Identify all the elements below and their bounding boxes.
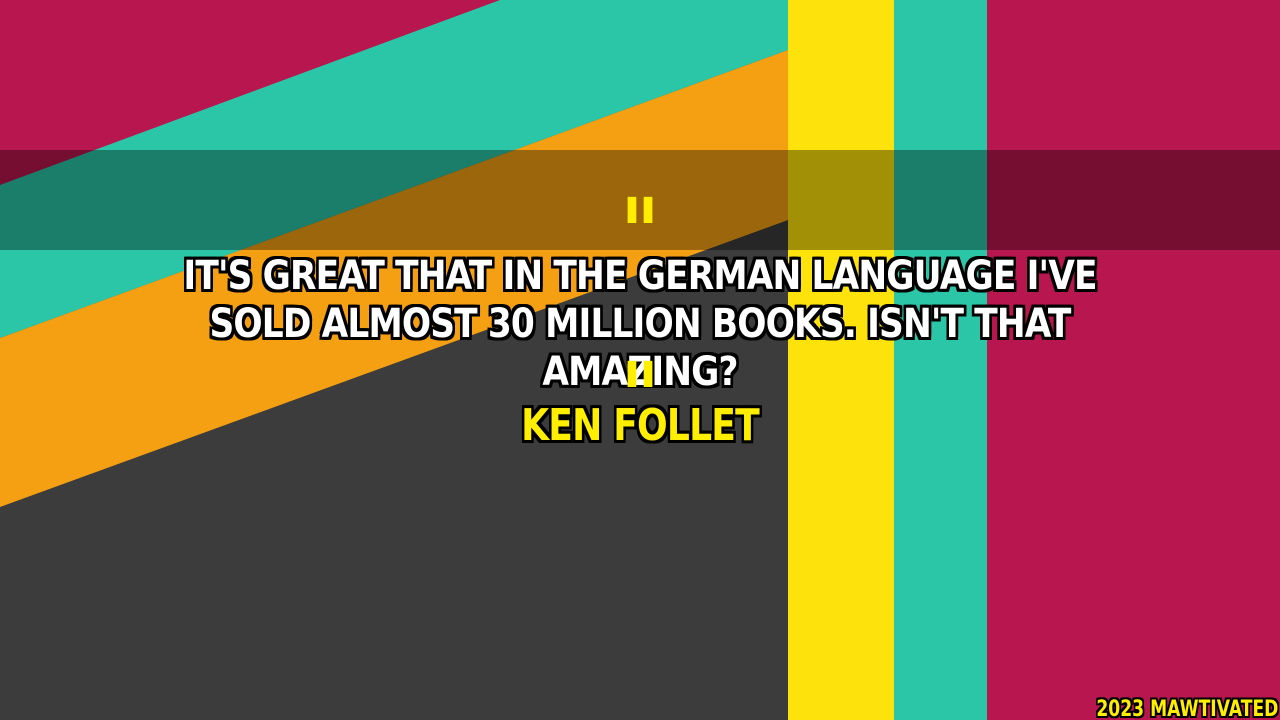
- watermark: 2023 MAWTIVATED: [1095, 697, 1278, 720]
- author-name: KEN FOLLET: [521, 400, 760, 451]
- open-quote-mark: ": [620, 186, 660, 246]
- quote-card: " IT'S GREAT THAT IN THE GERMAN LANGUAGE…: [0, 0, 1280, 720]
